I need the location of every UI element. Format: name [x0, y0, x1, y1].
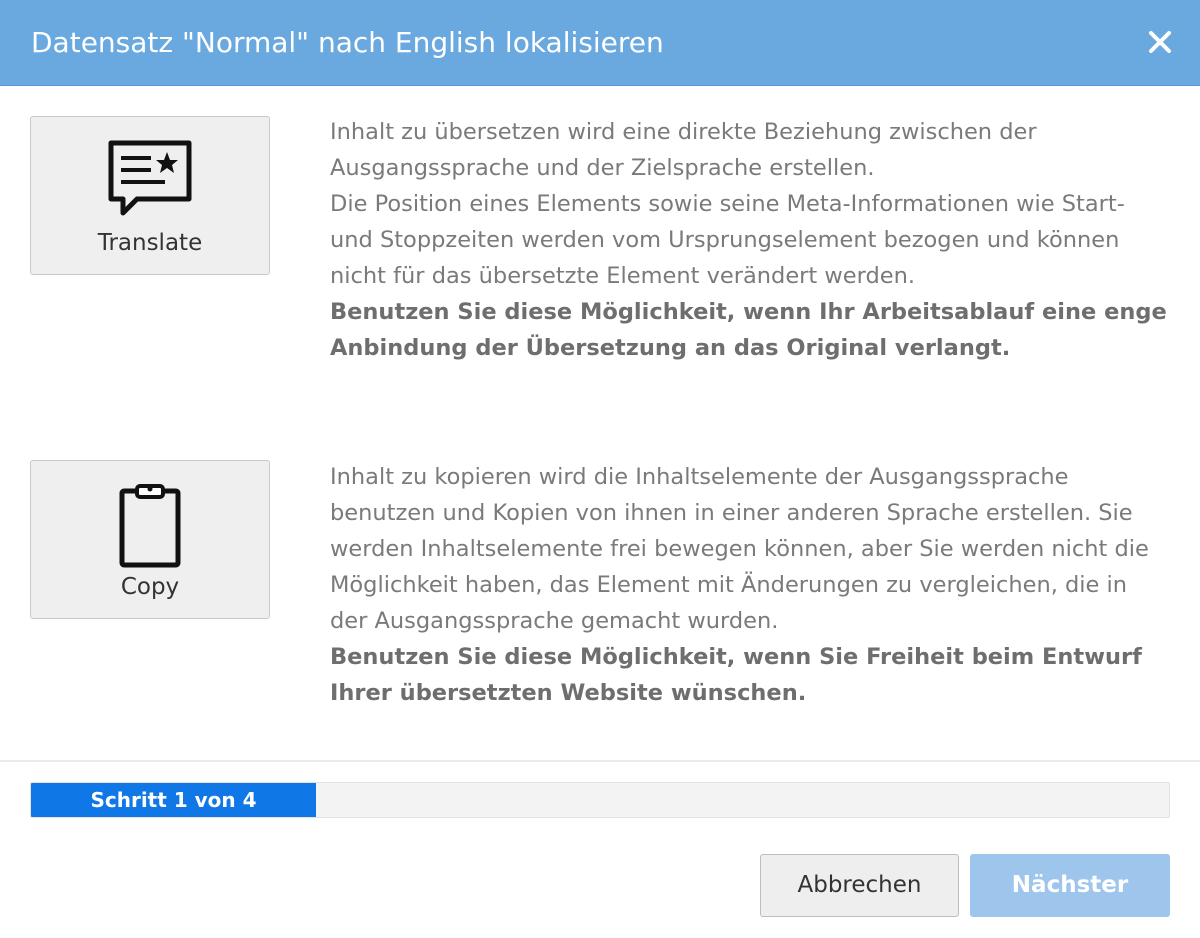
translate-speech-bubble-icon — [31, 139, 269, 217]
cancel-button[interactable]: Abbrechen — [760, 854, 959, 917]
translate-description: Inhalt zu übersetzen wird eine direkte B… — [330, 114, 1170, 366]
translate-option-label: Translate — [97, 230, 203, 256]
footer-divider — [0, 760, 1200, 762]
copy-description-text: Inhalt zu kopieren wird die Inhaltseleme… — [330, 464, 1149, 634]
translate-option-button[interactable]: Translate — [30, 116, 270, 275]
step-progress-label: Schritt 1 von 4 — [90, 788, 257, 812]
step-progress-bar: Schritt 1 von 4 — [30, 782, 1170, 818]
translate-description-text-1: Inhalt zu übersetzen wird eine direkte B… — [330, 119, 1037, 181]
copy-option-label: Copy — [120, 574, 180, 600]
dialog-title: Datensatz "Normal" nach English lokalisi… — [31, 26, 664, 59]
clipboard-icon — [31, 483, 269, 569]
next-button[interactable]: Nächster — [970, 854, 1170, 917]
copy-description-emphasis: Benutzen Sie diese Möglichkeit, wenn Sie… — [330, 644, 1142, 706]
translate-description-text-2: Die Position eines Elements sowie seine … — [330, 191, 1125, 289]
close-icon — [1149, 31, 1171, 53]
dialog-header: Datensatz "Normal" nach English lokalisi… — [0, 0, 1200, 86]
copy-option-button[interactable]: Copy — [30, 460, 270, 619]
localize-dialog: Datensatz "Normal" nach English lokalisi… — [0, 0, 1200, 938]
copy-description: Inhalt zu kopieren wird die Inhaltseleme… — [330, 459, 1170, 711]
close-button[interactable] — [1142, 24, 1178, 60]
translate-description-emphasis: Benutzen Sie diese Möglichkeit, wenn Ihr… — [330, 299, 1167, 361]
